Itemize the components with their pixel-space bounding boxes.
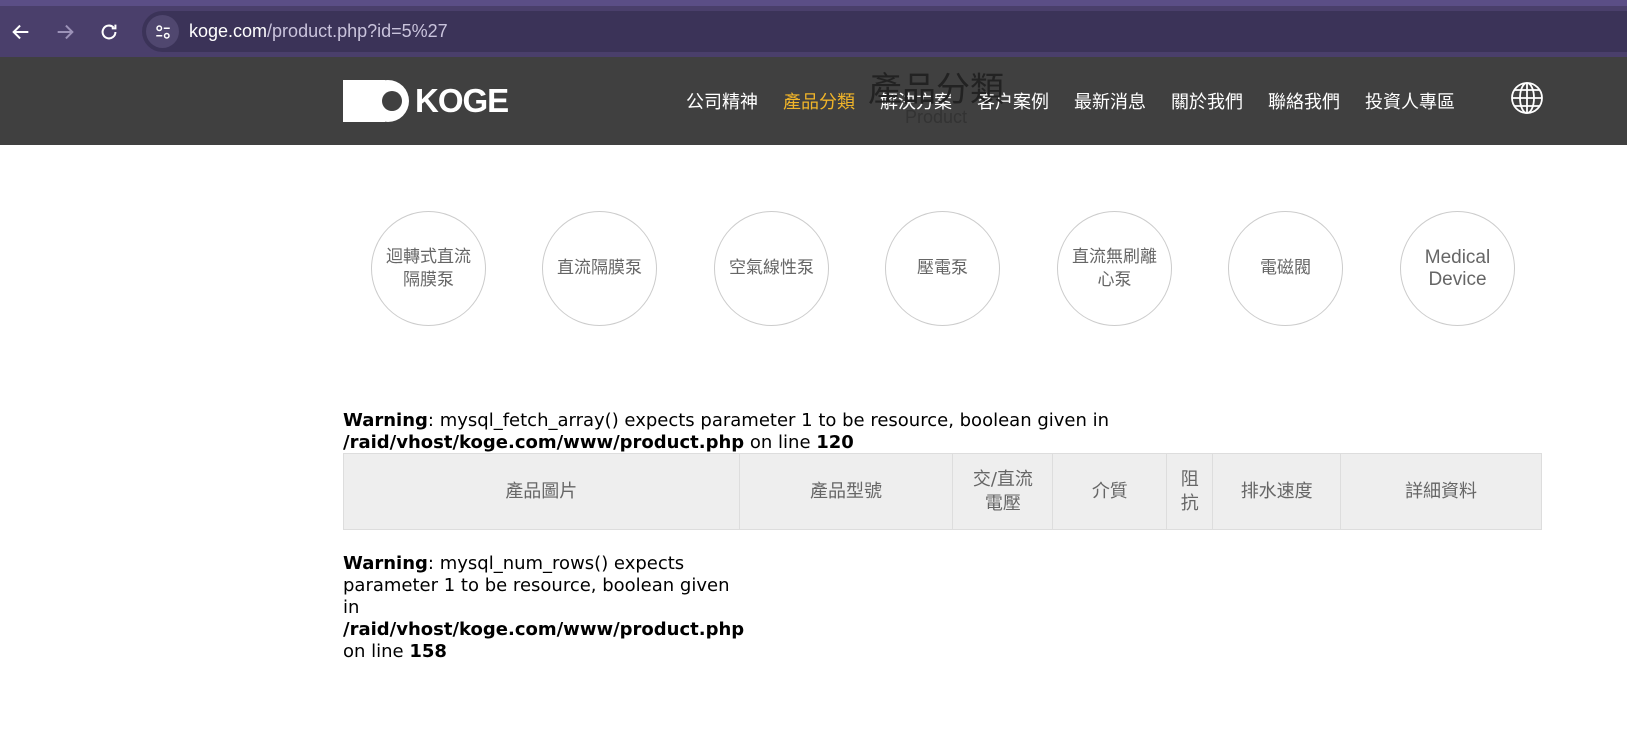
table-header-row: 產品圖片 產品型號 交/直流電壓 介質 阻抗 排水速度 詳細資料 bbox=[343, 453, 1542, 530]
column-header-drain-speed: 排水速度 bbox=[1212, 453, 1342, 530]
nav-item-investors[interactable]: 投資人專區 bbox=[1365, 88, 1455, 114]
warning-path: /raid/vhost/koge.com/www/product.php bbox=[343, 619, 745, 640]
category-dc-brushless-centrifugal-pump[interactable]: 直流無刷離心泵 bbox=[1057, 211, 1172, 326]
column-header-product-image: 產品圖片 bbox=[343, 453, 740, 530]
php-warning: Warning: mysql_fetch_array() expects par… bbox=[343, 410, 1143, 454]
globe-icon[interactable] bbox=[1510, 81, 1544, 115]
warning-line: 120 bbox=[816, 432, 854, 453]
nav-item-latest-news[interactable]: 最新消息 bbox=[1074, 88, 1146, 114]
browser-toolbar: koge.com/product.php?id=5%27 bbox=[0, 0, 1627, 57]
site-info-icon[interactable] bbox=[146, 15, 179, 48]
logo-mark bbox=[343, 80, 409, 122]
address-bar[interactable]: koge.com/product.php?id=5%27 bbox=[142, 11, 1627, 52]
column-header-impedance: 阻抗 bbox=[1166, 453, 1214, 530]
warning-line-prefix: on line bbox=[744, 432, 817, 453]
nav-item-company-spirit[interactable]: 公司精神 bbox=[686, 88, 758, 114]
column-header-medium: 介質 bbox=[1052, 453, 1168, 530]
category-medical-device[interactable]: Medical Device bbox=[1400, 211, 1515, 326]
url-host: koge.com bbox=[189, 21, 268, 41]
koge-logo[interactable]: KOGE bbox=[343, 80, 509, 122]
warning-line-prefix: on line bbox=[343, 641, 410, 662]
warning-message: : mysql_fetch_array() expects parameter … bbox=[427, 410, 1110, 431]
url-text[interactable]: koge.com/product.php?id=5%27 bbox=[189, 21, 448, 42]
reload-icon[interactable] bbox=[96, 19, 122, 45]
warning-path: /raid/vhost/koge.com/www/product.php bbox=[343, 432, 745, 453]
nav-item-about-us[interactable]: 關於我們 bbox=[1171, 88, 1243, 114]
url-path: /product.php?id=5%27 bbox=[267, 21, 448, 41]
category-piezo-pump[interactable]: 壓電泵 bbox=[885, 211, 1000, 326]
nav-item-contact-us[interactable]: 聯絡我們 bbox=[1268, 88, 1340, 114]
column-header-voltage: 交/直流電壓 bbox=[952, 453, 1054, 530]
category-list: 迴轉式直流隔膜泵 直流隔膜泵 空氣線性泵 壓電泵 直流無刷離心泵 電磁閥 Med… bbox=[371, 211, 1516, 326]
product-table: 產品圖片 產品型號 交/直流電壓 介質 阻抗 排水速度 詳細資料 bbox=[343, 453, 1542, 530]
category-solenoid-valve[interactable]: 電磁閥 bbox=[1228, 211, 1343, 326]
logo-text: KOGE bbox=[415, 82, 509, 119]
column-header-product-model: 產品型號 bbox=[738, 453, 954, 530]
column-header-details: 詳細資料 bbox=[1340, 453, 1542, 530]
nav-item-product-categories[interactable]: 產品分類 bbox=[783, 88, 855, 114]
category-dc-diaphragm-pump[interactable]: 直流隔膜泵 bbox=[542, 211, 657, 326]
page-title: 產品分類 bbox=[868, 70, 1004, 110]
warning-label: Warning bbox=[343, 553, 428, 574]
site-header: KOGE 公司精神 產品分類 解決方案 客户案例 最新消息 關於我們 聯絡我們 … bbox=[0, 57, 1627, 145]
page-subtitle: Product bbox=[905, 107, 968, 127]
category-air-linear-pump[interactable]: 空氣線性泵 bbox=[714, 211, 829, 326]
category-rotary-dc-diaphragm-pump[interactable]: 迴轉式直流隔膜泵 bbox=[371, 211, 486, 326]
php-warning: Warning: mysql_num_rows() expects parame… bbox=[343, 553, 748, 663]
back-icon[interactable] bbox=[8, 19, 34, 45]
main-nav: 公司精神 產品分類 解決方案 客户案例 最新消息 關於我們 聯絡我們 投資人專區 bbox=[686, 57, 1480, 145]
warning-line: 158 bbox=[409, 641, 447, 662]
forward-icon[interactable] bbox=[52, 19, 78, 45]
warning-label: Warning bbox=[343, 410, 428, 431]
